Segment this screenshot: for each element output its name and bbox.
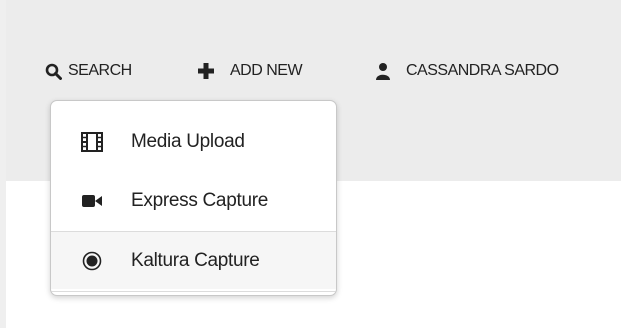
menu-item-label: Kaltura Capture [131, 249, 260, 271]
page: SEARCH ADD NEW CASSANDRA SARDO Media Upl… [0, 0, 621, 328]
divider [51, 291, 336, 292]
menu-item-express-capture[interactable]: Express Capture [51, 172, 336, 230]
menu-item-label: Media Upload [131, 131, 245, 152]
record-icon [81, 250, 103, 272]
user-menu-button[interactable]: CASSANDRA SARDO [374, 58, 559, 84]
video-camera-icon [81, 190, 103, 212]
menu-item-label: Express Capture [131, 190, 269, 211]
search-button[interactable]: SEARCH [44, 58, 132, 84]
plus-icon [197, 62, 215, 80]
add-new-dropdown: Media Upload Express Capture Kaltura Cap… [50, 100, 337, 296]
menu-item-media-upload[interactable]: Media Upload [51, 113, 336, 171]
search-label: SEARCH [68, 62, 132, 79]
add-new-label: ADD NEW [230, 62, 303, 79]
user-icon [374, 62, 392, 80]
menu-item-kaltura-capture[interactable]: Kaltura Capture [51, 231, 336, 289]
search-icon [44, 62, 62, 80]
user-name-label: CASSANDRA SARDO [406, 62, 559, 79]
film-icon [81, 131, 103, 153]
add-new-button[interactable]: ADD NEW [197, 58, 303, 84]
